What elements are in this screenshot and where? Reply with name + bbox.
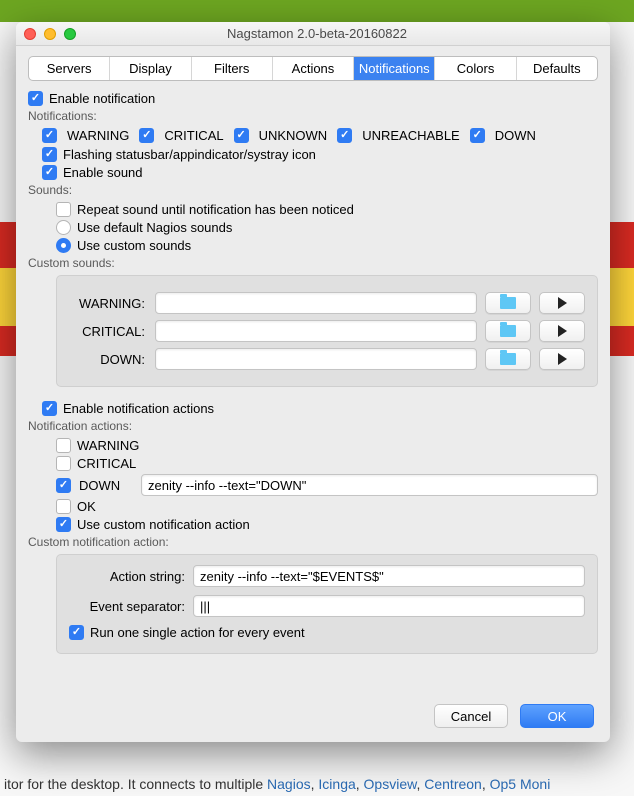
action-warning-checkbox[interactable]: [56, 438, 71, 453]
tab-notifications[interactable]: Notifications: [354, 57, 435, 80]
use-custom-action-checkbox[interactable]: [56, 517, 71, 532]
custom-sounds-subheader: Custom sounds:: [28, 256, 598, 270]
enable-notification-checkbox[interactable]: [28, 91, 43, 106]
tab-filters[interactable]: Filters: [192, 57, 273, 80]
action-down-command-input[interactable]: [141, 474, 598, 496]
page-background-text: itor for the desktop. It connects to mul…: [0, 776, 634, 792]
preferences-window: Nagstamon 2.0-beta-20160822 Servers Disp…: [16, 22, 610, 742]
tab-defaults[interactable]: Defaults: [517, 57, 597, 80]
titlebar: Nagstamon 2.0-beta-20160822: [16, 22, 610, 46]
critical-sound-browse-button[interactable]: [485, 320, 531, 342]
level-down-checkbox[interactable]: [470, 128, 485, 143]
warning-sound-play-button[interactable]: [539, 292, 585, 314]
enable-sound-checkbox[interactable]: [42, 165, 57, 180]
level-unknown-checkbox[interactable]: [234, 128, 249, 143]
enable-notification-label: Enable notification: [49, 91, 155, 106]
action-string-input[interactable]: [193, 565, 585, 587]
ok-button[interactable]: OK: [520, 704, 594, 728]
play-icon: [558, 325, 567, 337]
custom-sounds-group: WARNING: CRITICAL: DOWN:: [56, 275, 598, 387]
critical-sound-input[interactable]: [155, 320, 477, 342]
tab-colors[interactable]: Colors: [435, 57, 516, 80]
cancel-button[interactable]: Cancel: [434, 704, 508, 728]
tab-bar: Servers Display Filters Actions Notifica…: [28, 56, 598, 81]
tab-servers[interactable]: Servers: [29, 57, 110, 80]
sounds-subheader: Sounds:: [28, 183, 598, 197]
play-icon: [558, 297, 567, 309]
tab-actions[interactable]: Actions: [273, 57, 354, 80]
play-icon: [558, 353, 567, 365]
level-critical-checkbox[interactable]: [139, 128, 154, 143]
custom-action-group: Action string: Event separator: Run one …: [56, 554, 598, 654]
enable-actions-checkbox[interactable]: [42, 401, 57, 416]
action-critical-checkbox[interactable]: [56, 456, 71, 471]
actions-subheader: Notification actions:: [28, 419, 598, 433]
folder-icon: [500, 297, 516, 309]
repeat-sound-checkbox[interactable]: [56, 202, 71, 217]
level-warning-checkbox[interactable]: [42, 128, 57, 143]
folder-icon: [500, 325, 516, 337]
warning-sound-browse-button[interactable]: [485, 292, 531, 314]
down-sound-input[interactable]: [155, 348, 477, 370]
run-single-action-checkbox[interactable]: [69, 625, 84, 640]
custom-sounds-radio[interactable]: [56, 238, 71, 253]
window-title: Nagstamon 2.0-beta-20160822: [32, 26, 602, 41]
default-sounds-radio[interactable]: [56, 220, 71, 235]
custom-action-subheader: Custom notification action:: [28, 535, 598, 549]
down-sound-browse-button[interactable]: [485, 348, 531, 370]
folder-icon: [500, 353, 516, 365]
event-separator-input[interactable]: [193, 595, 585, 617]
warning-sound-input[interactable]: [155, 292, 477, 314]
action-down-checkbox[interactable]: [56, 478, 71, 493]
action-ok-checkbox[interactable]: [56, 499, 71, 514]
critical-sound-play-button[interactable]: [539, 320, 585, 342]
tab-display[interactable]: Display: [110, 57, 191, 80]
flashing-checkbox[interactable]: [42, 147, 57, 162]
notifications-subheader: Notifications:: [28, 109, 598, 123]
down-sound-play-button[interactable]: [539, 348, 585, 370]
level-unreachable-checkbox[interactable]: [337, 128, 352, 143]
